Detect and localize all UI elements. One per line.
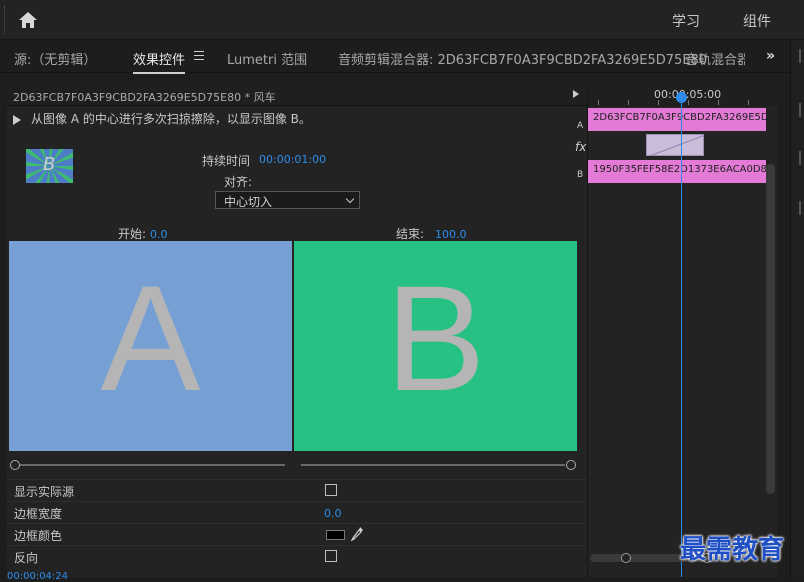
border-color-row: 边框颜色: [7, 523, 587, 545]
track-a-label: A: [577, 121, 584, 131]
tab-overflow-icon[interactable]: »: [766, 48, 775, 64]
end-label: 结束:: [396, 227, 425, 241]
reverse-row: 反向: [7, 545, 587, 567]
panel-tab-bar: 源:（无剪辑） 效果控件 Lumetri 范围 音频剪辑混合器: 2D63FCB…: [0, 41, 790, 74]
scroll-left-handle[interactable]: [621, 553, 631, 563]
end-slider-knob[interactable]: [566, 460, 576, 470]
effect-description: 从图像 A 的中心进行多次扫掠擦除，以显示图像 B。: [13, 110, 311, 127]
alignment-select[interactable]: 中心切入: [215, 191, 360, 209]
effect-controls-timeline: 00:00:05:00 2D63FCB7F0A3F9CBD2FA3269E5D7…: [587, 86, 778, 577]
panel-menu-icon[interactable]: [194, 51, 204, 60]
alignment-label: 对齐:: [224, 175, 253, 189]
clip-b[interactable]: 1950F35FEF58E2D1373E6ACA0D85: [588, 160, 766, 183]
strip-tick: [799, 103, 801, 117]
tab-audio-clip-mixer[interactable]: 音频剪辑混合器: 2D63FCB7F0A3F9CBD2FA3269E5D75E8…: [338, 49, 707, 68]
chevron-down-icon: [345, 194, 355, 204]
playhead-line[interactable]: [681, 100, 682, 577]
effect-controls-panel: 2D63FCB7F0A3F9CBD2FA3269E5D75E80 * 风车 从图…: [7, 86, 587, 577]
preview-a-letter: A: [100, 254, 201, 422]
tab-effect-controls[interactable]: 效果控件: [133, 49, 186, 74]
play-preview-icon[interactable]: [13, 114, 21, 125]
reverse-label: 反向: [14, 551, 39, 565]
reverse-checkbox[interactable]: [325, 550, 337, 562]
ruler-tick: [628, 100, 629, 105]
tab-audio-track-mixer[interactable]: 音轨混合器: [685, 49, 745, 68]
show-actual-sources-row: 显示实际源: [7, 479, 587, 501]
strip-tick: [799, 151, 801, 165]
description-text: 从图像 A 的中心进行多次扫掠擦除，以显示图像 B。: [31, 112, 311, 126]
tab-source[interactable]: 源:（无剪辑）: [14, 49, 96, 68]
show-actual-sources-label: 显示实际源: [14, 485, 75, 499]
transition-diagonal: [650, 135, 703, 155]
expand-arrow-icon[interactable]: [573, 90, 579, 98]
effect-clip-title: 2D63FCB7F0A3F9CBD2FA3269E5D75E80 * 风车: [13, 91, 276, 104]
watermark-logo: 最需教育: [680, 535, 785, 565]
right-panel-strip: [790, 41, 804, 577]
preview-b-letter: B: [385, 254, 486, 422]
ruler-tick: [718, 100, 719, 105]
duration-value[interactable]: 00:00:01:00: [259, 153, 326, 166]
thumbnail-b-glyph: B: [43, 154, 56, 175]
preview-b: B: [294, 241, 577, 451]
ruler-tick: [748, 100, 749, 105]
start-value[interactable]: 0.0: [150, 228, 168, 241]
eyedropper-icon[interactable]: [350, 526, 364, 542]
start-slider-knob[interactable]: [10, 460, 20, 470]
duration-label: 持续时间: [202, 154, 251, 168]
strip-tick: [799, 201, 801, 215]
start-slider-track[interactable]: [19, 464, 285, 466]
top-bar: 学习 组件: [0, 0, 804, 40]
home-icon[interactable]: [18, 11, 38, 29]
strip-tick: [799, 49, 801, 63]
components-link[interactable]: 组件: [743, 11, 771, 31]
clip-a[interactable]: 2D63FCB7F0A3F9CBD2FA3269E5D75E80: [588, 108, 766, 131]
effect-controls-header: 2D63FCB7F0A3F9CBD2FA3269E5D75E80 * 风车: [7, 86, 587, 106]
start-label: 开始:: [118, 227, 147, 241]
track-b-label: B: [577, 170, 584, 180]
show-actual-sources-checkbox[interactable]: [325, 484, 337, 496]
border-color-label: 边框颜色: [14, 529, 63, 543]
ruler-tick: [658, 100, 659, 105]
ruler-tick: [598, 100, 599, 105]
playhead-handle[interactable]: [676, 92, 687, 103]
border-width-label: 边框宽度: [14, 507, 63, 521]
transition-thumbnail: B: [26, 149, 73, 183]
preview-a: A: [9, 241, 292, 451]
border-width-row: 边框宽度 0.0: [7, 501, 587, 523]
border-width-value[interactable]: 0.0: [324, 507, 342, 520]
ruler-tick: [688, 100, 689, 105]
border-color-swatch[interactable]: [326, 530, 345, 540]
timeline-vertical-scrollbar[interactable]: [766, 164, 775, 494]
tab-lumetri-scopes[interactable]: Lumetri 范围: [227, 49, 307, 68]
transition-clip[interactable]: [646, 134, 704, 156]
panel-grip[interactable]: [4, 6, 6, 34]
alignment-value: 中心切入: [224, 195, 273, 209]
end-slider-track[interactable]: [301, 464, 565, 466]
fx-icon[interactable]: fx: [575, 140, 586, 154]
end-value[interactable]: 100.0: [435, 228, 467, 241]
learn-link[interactable]: 学习: [672, 11, 700, 31]
